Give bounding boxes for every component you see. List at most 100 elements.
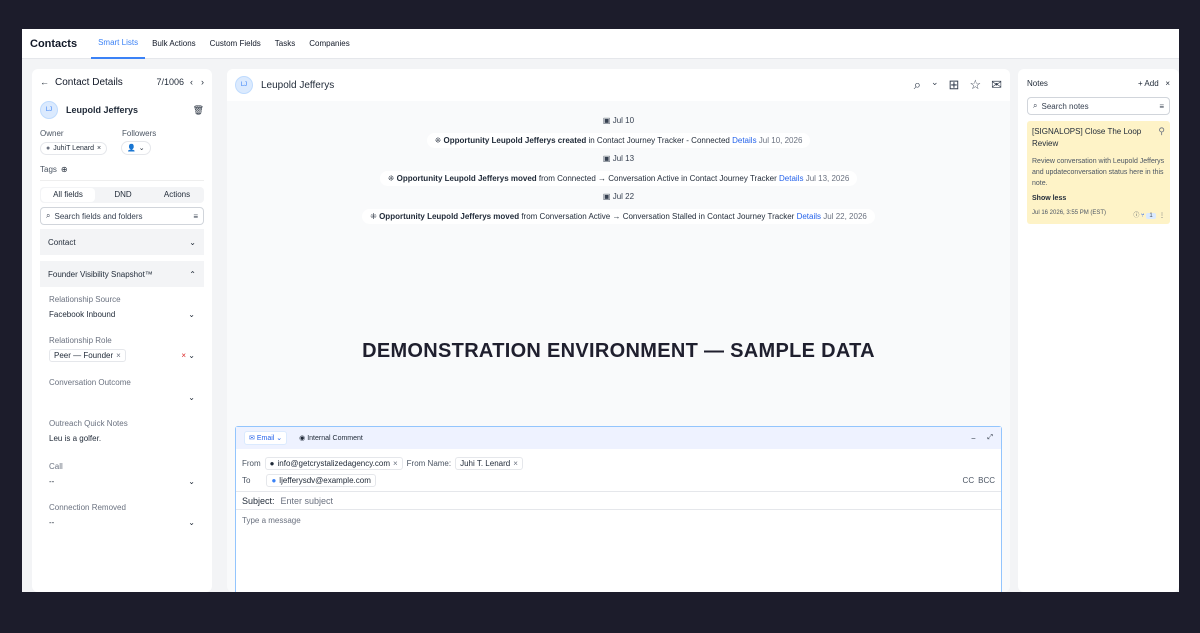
- opportunity-icon: ⁜: [370, 212, 377, 221]
- from-name-chip[interactable]: Juhi T. Lenard ×: [455, 457, 523, 470]
- search-fields-input[interactable]: ⌕ Search fields and folders ≡: [40, 207, 204, 225]
- field-outreach-notes[interactable]: Outreach Quick Notes Leu is a golfer.: [40, 403, 204, 444]
- chevron-left-icon[interactable]: ‹: [190, 77, 193, 87]
- close-icon[interactable]: ×: [97, 145, 101, 152]
- tab-email-label: Email: [256, 435, 275, 442]
- add-tag-icon[interactable]: ⊕: [61, 165, 68, 174]
- minimize-icon[interactable]: –: [971, 435, 975, 442]
- event-text: in Contact Journey Tracker - Connected: [586, 136, 730, 145]
- followers-select[interactable]: 👤 ⌄: [121, 141, 151, 155]
- event-timestamp: Jul 22, 2026: [823, 212, 867, 221]
- field-label: Conversation Outcome: [49, 378, 131, 387]
- calendar-icon: ▣: [602, 192, 611, 201]
- field-label: Relationship Source: [49, 295, 121, 304]
- tags-label: Tags: [40, 165, 57, 174]
- from-label: From: [242, 459, 261, 468]
- field-value: --: [49, 476, 55, 486]
- from-chip[interactable]: ● info@getcrystalizedagency.com ×: [264, 457, 403, 470]
- timeline-event: ⁜ Opportunity Leupold Jefferys moved fro…: [227, 209, 1010, 224]
- expand-icon[interactable]: ⤢: [987, 434, 993, 442]
- add-note-button[interactable]: + Add: [1138, 79, 1159, 88]
- field-relationship-source[interactable]: Relationship Source Facebook Inbound ⌄: [40, 287, 204, 320]
- clear-icon[interactable]: ×: [181, 351, 186, 360]
- chevron-down-icon: ⌄: [189, 237, 196, 247]
- close-icon[interactable]: ×: [513, 459, 518, 468]
- section-snapshot[interactable]: Founder Visibility Snapshot™ ⌃: [40, 261, 204, 287]
- tab-custom-fields[interactable]: Custom Fields: [203, 29, 268, 59]
- field-call[interactable]: Call -- ⌄: [40, 444, 204, 487]
- avatar: LJ: [235, 76, 253, 94]
- field-value: Leu is a golfer.: [49, 433, 102, 443]
- tab-internal-comment[interactable]: ◉ Internal Comment: [299, 434, 363, 442]
- app-window: Contacts Smart Lists Bulk Actions Custom…: [22, 29, 1179, 592]
- message-body[interactable]: Type a message: [236, 510, 1001, 531]
- chat-icon[interactable]: ⌕: [914, 77, 921, 93]
- date-label: Jul 10: [612, 116, 635, 125]
- segment-dnd[interactable]: DND: [96, 187, 150, 203]
- bcc-button[interactable]: BCC: [978, 476, 995, 485]
- timeline-event: ⁜ Opportunity Leupold Jefferys moved fro…: [227, 171, 1010, 186]
- timeline-date: ▣ Jul 13: [227, 154, 1010, 163]
- close-icon[interactable]: ×: [1165, 79, 1170, 88]
- segment-all-fields[interactable]: All fields: [41, 188, 95, 202]
- show-less-link[interactable]: Show less: [1032, 195, 1165, 202]
- search-notes-placeholder: Search notes: [1041, 101, 1089, 111]
- field-conversation-outcome[interactable]: Conversation Outcome ⌄: [40, 362, 204, 403]
- search-notes-input[interactable]: ⌕ Search notes ≡: [1027, 97, 1170, 115]
- role-chip[interactable]: Peer — Founder ×: [49, 349, 126, 362]
- tab-smart-lists[interactable]: Smart Lists: [91, 29, 146, 59]
- record-counter: 7/1006: [156, 77, 184, 87]
- info-icon[interactable]: ⓘ: [1133, 213, 1139, 219]
- tab-tasks[interactable]: Tasks: [268, 29, 302, 59]
- chevron-down-icon: ⌄: [188, 392, 195, 402]
- details-link[interactable]: Details: [732, 136, 756, 145]
- opportunity-icon: ⁜: [434, 136, 442, 145]
- field-value: --: [49, 517, 55, 527]
- back-arrow-icon[interactable]: ←: [40, 77, 49, 87]
- segment-actions[interactable]: Actions: [150, 187, 204, 203]
- more-icon[interactable]: ⋮: [1159, 213, 1165, 219]
- field-relationship-role[interactable]: Relationship Role Peer — Founder × × ⌄: [40, 320, 204, 362]
- demo-watermark: DEMONSTRATION ENVIRONMENT — SAMPLE DATA: [362, 340, 875, 362]
- cc-button[interactable]: CC: [963, 476, 975, 485]
- field-connection-removed[interactable]: Connection Removed -- ⌄: [40, 487, 204, 528]
- tab-email[interactable]: ✉ Email ⌄: [244, 431, 288, 445]
- subject-placeholder: Enter subject: [280, 495, 334, 506]
- date-label: Jul 13: [612, 154, 635, 163]
- pin-icon[interactable]: ⚲: [1158, 126, 1165, 137]
- owner-label: Owner: [40, 129, 64, 138]
- note-title: [SIGNALOPS] Close The Loop Review: [1032, 127, 1142, 148]
- close-icon[interactable]: ×: [116, 351, 121, 360]
- field-value: Facebook Inbound: [49, 309, 116, 319]
- section-snapshot-label: Founder Visibility Snapshot™: [48, 269, 153, 279]
- note-card[interactable]: [SIGNALOPS] Close The Loop Review ⚲ Revi…: [1027, 121, 1170, 224]
- filter-icon[interactable]: ≡: [1159, 102, 1164, 111]
- share-icon[interactable]: ⑂: [1141, 213, 1145, 219]
- subject-field[interactable]: Subject: Enter subject: [236, 491, 1001, 510]
- chevron-down-icon: ⌄: [188, 351, 195, 360]
- owner-chip[interactable]: ● JuhiT Lenard ×: [40, 141, 108, 155]
- close-icon[interactable]: ×: [393, 459, 398, 468]
- filter-icon[interactable]: ≡: [193, 212, 198, 221]
- star-icon[interactable]: ☆: [969, 77, 981, 93]
- tab-companies[interactable]: Companies: [302, 29, 356, 59]
- panel-title: Contact Details: [55, 76, 123, 88]
- to-email: ljefferysdv@example.com: [279, 476, 371, 485]
- details-link[interactable]: Details: [779, 174, 803, 183]
- folder-add-icon[interactable]: ⊞: [949, 77, 960, 93]
- to-label: To: [242, 476, 251, 485]
- chevron-right-icon[interactable]: ›: [201, 77, 204, 87]
- to-chip[interactable]: ● ljefferysdv@example.com: [266, 474, 376, 487]
- trash-icon[interactable]: 🗑: [193, 105, 204, 116]
- timeline: ▣ Jul 10 ⁜ Opportunity Leupold Jefferys …: [227, 116, 1010, 224]
- tab-bulk-actions[interactable]: Bulk Actions: [145, 29, 203, 59]
- timeline-date: ▣ Jul 10: [227, 116, 1010, 125]
- recipient-avatar-icon: ●: [271, 476, 277, 485]
- section-contact[interactable]: Contact ⌄: [40, 229, 204, 255]
- details-link[interactable]: Details: [797, 212, 821, 221]
- from-row: From ● info@getcrystalizedagency.com × Fro…: [236, 455, 1001, 472]
- chevron-down-icon[interactable]: ⌄: [931, 77, 939, 93]
- conversation-header: LJ Leupold Jefferys ⌕ ⌄ ⊞ ☆ ✉: [227, 69, 1010, 101]
- mail-icon[interactable]: ✉: [991, 77, 1002, 93]
- followers-label: Followers: [122, 129, 157, 138]
